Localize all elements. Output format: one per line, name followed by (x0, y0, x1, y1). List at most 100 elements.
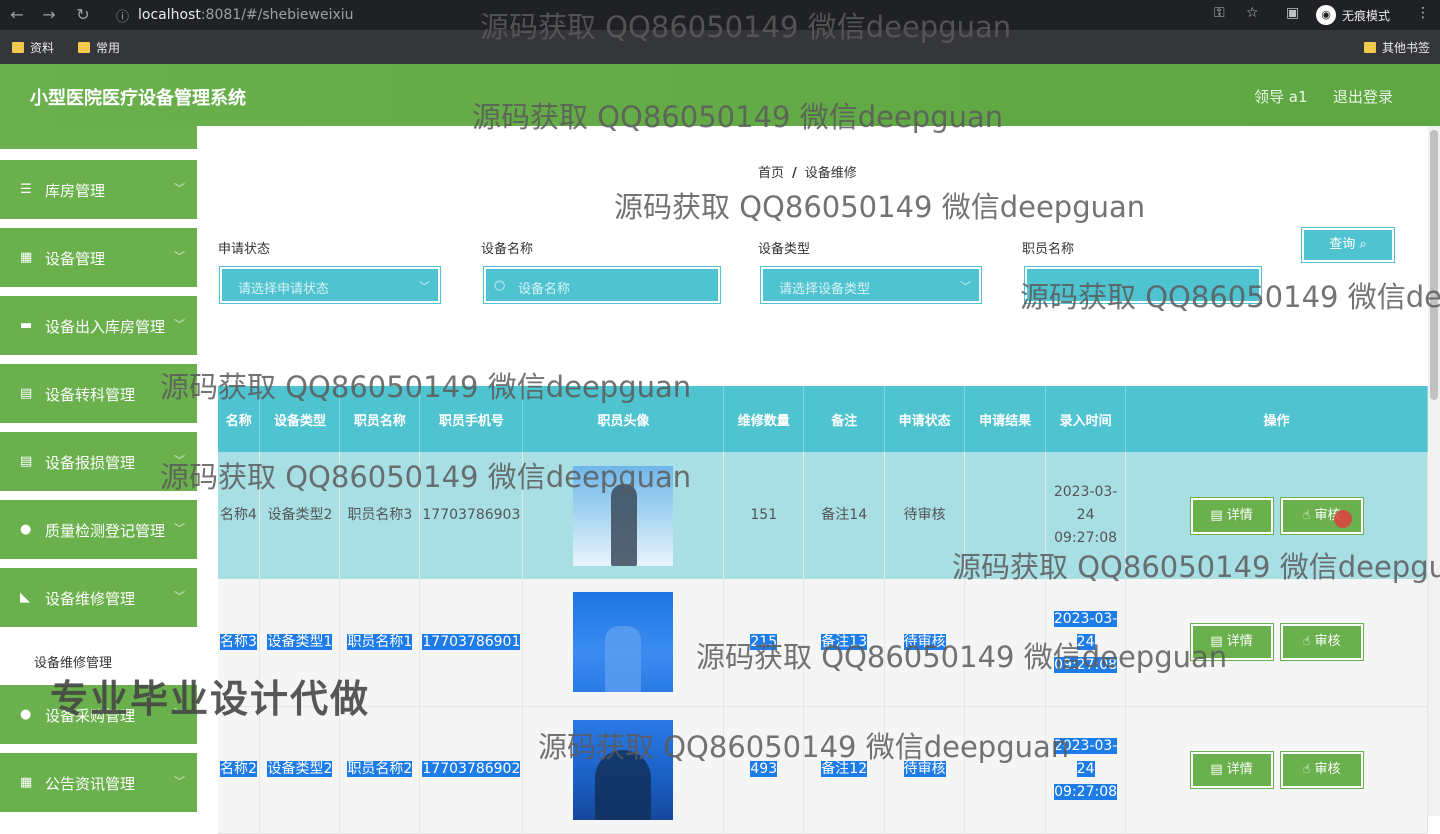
audit-button[interactable]: ☝ 审核 (1279, 750, 1364, 789)
col-header[interactable]: 职员名称 (339, 386, 421, 452)
repair-table: 名称 设备类型 职员名称 职员手机号 职员头像 维修数量 备注 申请状态 申请结… (218, 386, 1428, 834)
forward-icon[interactable]: → (38, 4, 60, 26)
sidepanel-icon[interactable]: ▣ (1286, 5, 1299, 21)
search-icon: ⌕ (1359, 237, 1367, 252)
site-info-icon[interactable]: ⓘ (116, 6, 129, 25)
col-header[interactable]: 申请结果 (964, 386, 1047, 452)
key-icon[interactable]: ⚿ (1214, 5, 1225, 21)
detail-button-label: 详情 (1226, 634, 1253, 650)
document-icon: ▤ (1210, 507, 1227, 523)
filter-type-select[interactable]: 请选择设备类型 ﹀ (760, 266, 982, 304)
table-row[interactable]: 名称4 设备类型2 职员名称3 17703786903 151 备注14 待审核… (218, 452, 1428, 579)
cell-time: 2023-03-24 09:27:08 (1045, 452, 1127, 579)
breadcrumb-current: 设备维修 (804, 166, 857, 181)
cell-avatar (522, 706, 725, 834)
bookmark-folder[interactable]: 资料 (12, 39, 54, 56)
cell-text: 17703786901 (422, 633, 521, 650)
staff-avatar-image[interactable] (573, 719, 674, 820)
page-scrollbar[interactable] (1428, 126, 1440, 816)
breadcrumb-home[interactable]: 首页 (758, 166, 784, 181)
audit-button[interactable]: ☝ 审核 (1279, 623, 1364, 662)
table-row[interactable]: 名称3 设备类型1 职员名称1 17703786901 215 备注13 待审核… (218, 579, 1428, 707)
filter-name-label: 设备名称 (481, 242, 534, 257)
col-header[interactable]: 申请状态 (884, 386, 966, 452)
cell-text: 名称2 (220, 761, 257, 777)
cell-status: 待审核 (884, 706, 966, 834)
cell-text: 设备类型2 (267, 761, 333, 777)
staff-avatar-image[interactable] (573, 465, 674, 566)
cell-actions: ▤ 详情 ☝ 审核 (1125, 452, 1428, 579)
col-header[interactable]: 职员头像 (522, 386, 725, 452)
folder-icon (78, 42, 90, 53)
cell-note: 备注13 (803, 579, 886, 707)
cell-text: 备注12 (821, 761, 868, 777)
address-bar[interactable]: ⓘ localhost:8081/#/shebieweixiu (108, 2, 1198, 28)
filter-staff-input[interactable] (1024, 266, 1262, 304)
filter-staff-label: 职员名称 (1022, 242, 1075, 257)
col-header[interactable]: 备注 (803, 386, 886, 452)
cell-status: 待审核 (884, 452, 966, 579)
bookmark-folder[interactable]: 常用 (78, 39, 120, 56)
current-user[interactable]: 领导 a1 (1254, 86, 1308, 107)
sidebar-item-partial[interactable] (0, 126, 197, 152)
document-icon: ▤ (20, 454, 33, 469)
filter-status-select[interactable]: 请选择申请状态 ﹀ (219, 266, 441, 304)
document-icon: ▤ (1210, 634, 1227, 650)
filter-name-input[interactable]: ○ 设备名称 (483, 266, 721, 304)
sidebar-item-equipment[interactable]: ▦ 设备管理 ﹀ (0, 228, 197, 290)
incognito-indicator[interactable]: ◉ 无痕模式 (1316, 3, 1390, 27)
cell-qty: 215 (723, 579, 805, 707)
scrollbar-thumb[interactable] (1430, 130, 1438, 400)
detail-button[interactable]: ▤ 详情 (1189, 496, 1274, 535)
sidebar-item-label: 设备转科管理 (45, 386, 136, 404)
col-header[interactable]: 职员手机号 (419, 386, 524, 452)
detail-button-label: 详情 (1226, 761, 1253, 777)
query-button[interactable]: 查询 ⌕ (1301, 227, 1395, 263)
sidebar-item-repair[interactable]: ◣ 设备维修管理 ﹀ (0, 568, 197, 630)
query-button-label: 查询 (1329, 237, 1356, 252)
sidebar-item-damage[interactable]: ▤ 设备报损管理 ﹀ (0, 432, 197, 494)
logout-link[interactable]: 退出登录 (1333, 86, 1393, 107)
reload-icon[interactable]: ↻ (72, 4, 94, 26)
back-icon[interactable]: ← (6, 4, 28, 26)
col-header[interactable]: 设备类型 (259, 386, 341, 452)
sidebar-item-quality[interactable]: ● 质量检测登记管理 ﹀ (0, 500, 197, 562)
sidebar-item-notice[interactable]: ▦ 公告资讯管理 ﹀ (0, 753, 197, 815)
menu-kebab-icon[interactable]: ⋮ (1416, 5, 1430, 21)
thumbs-up-icon: ☝ (1302, 634, 1315, 650)
cell-text: 215 (750, 633, 778, 650)
cell-avatar (522, 579, 725, 707)
star-icon[interactable]: ☆ (1246, 5, 1259, 21)
col-header[interactable]: 名称 (218, 386, 261, 452)
thumbs-up-icon: ☝ (1302, 507, 1315, 523)
app-title: 小型医院医疗设备管理系统 (30, 88, 246, 109)
cell-text: 职员名称2 (347, 761, 413, 777)
bookmarks-bar: 资料 常用 其他书签 (0, 30, 1440, 64)
col-header[interactable]: 维修数量 (723, 386, 805, 452)
chevron-down-icon: ﹀ (174, 590, 185, 603)
chevron-down-icon: ﹀ (174, 522, 185, 535)
other-bookmarks[interactable]: 其他书签 (1364, 39, 1430, 56)
detail-button[interactable]: ▤ 详情 (1189, 623, 1274, 662)
detail-button[interactable]: ▤ 详情 (1189, 750, 1274, 789)
cell-text: 17703786902 (422, 761, 521, 777)
select-placeholder: 请选择申请状态 (238, 282, 330, 297)
app-header: 小型医院医疗设备管理系统 领导 a1 退出登录 (0, 64, 1440, 126)
cell-avatar (522, 452, 725, 579)
cell-time: 2023-03-24 09:27:08 (1045, 706, 1127, 834)
sidebar-item-warehouse[interactable]: ☰ 库房管理 ﹀ (0, 160, 197, 222)
browser-toolbar: ← → ↻ ⓘ localhost:8081/#/shebieweixiu ⚿ … (0, 0, 1440, 30)
bookmark-label: 资料 (30, 41, 55, 55)
sidebar-item-transfer[interactable]: ▤ 设备转科管理 ﹀ (0, 364, 197, 426)
cell-note: 备注12 (803, 706, 886, 834)
cell-type: 设备类型2 (259, 452, 341, 579)
sidebar-item-inout[interactable]: ▬ 设备出入库房管理 ﹀ (0, 296, 197, 358)
col-header[interactable]: 录入时间 (1045, 386, 1127, 452)
grid-icon: ▦ (20, 775, 33, 790)
cell-text: 待审核 (903, 761, 946, 777)
filter-status-label: 申请状态 (218, 242, 271, 257)
staff-avatar-image[interactable] (573, 592, 674, 693)
sidebar-item-label: 设备出入库房管理 (45, 318, 166, 336)
cell-qty: 493 (723, 706, 805, 834)
table-row[interactable]: 名称2 设备类型2 职员名称2 17703786902 493 备注12 待审核… (218, 706, 1428, 834)
